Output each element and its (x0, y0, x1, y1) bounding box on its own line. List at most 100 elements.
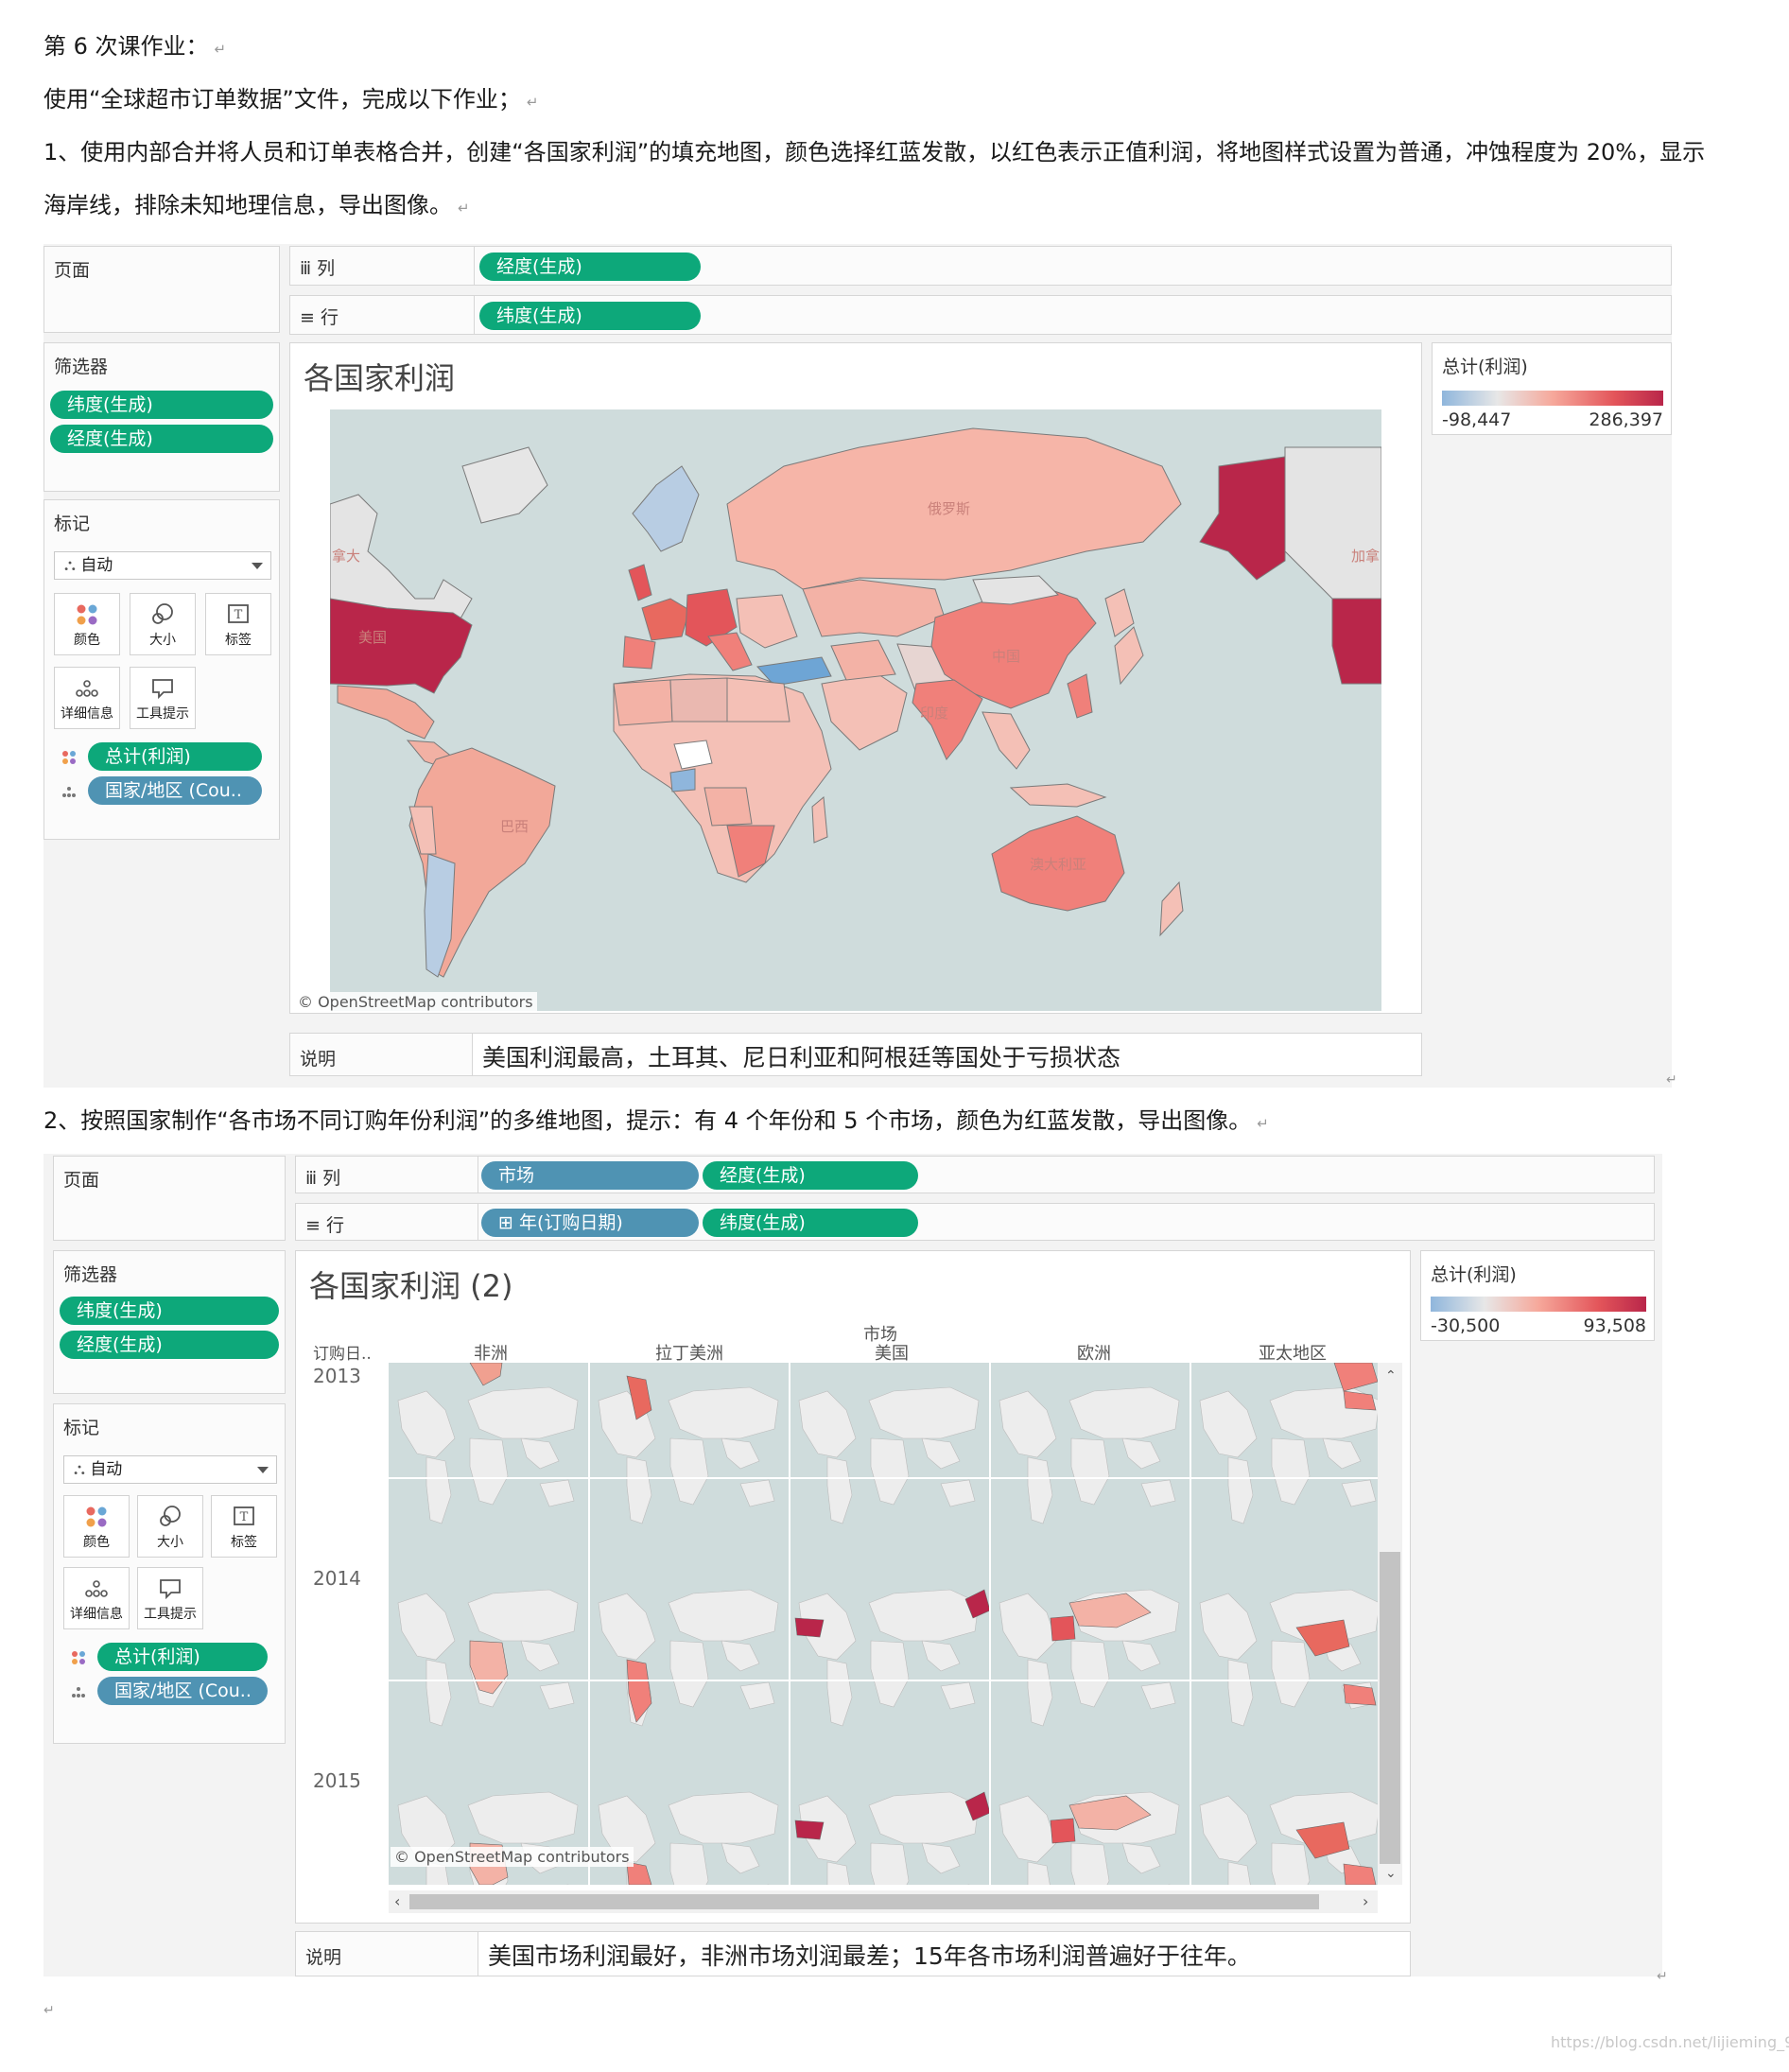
detail-icon (76, 680, 98, 697)
filter-pill-longitude[interactable]: 经度(生成) (50, 425, 273, 453)
size-button[interactable]: 大小 (137, 1495, 203, 1558)
para-mark: ↵ (1666, 1072, 1677, 1088)
tooltip-icon (152, 679, 173, 700)
viz2-title: 各国家利润 (2) (309, 1268, 513, 1304)
label-icon: T (234, 1506, 254, 1525)
filters-label: 筛选器 (54, 357, 109, 377)
doc-task2: 2、按照国家制作“各市场不同订购年份利润”的多维地图，提示：有 4 个年份和 5… (43, 1107, 1269, 1134)
map-label-brazil: 巴西 (500, 818, 529, 835)
tooltip-icon (160, 1579, 181, 1600)
market-header-latam: 拉丁美洲 (655, 1344, 723, 1364)
para-mark-3: ↵ (43, 2003, 55, 2018)
tooltip-button[interactable]: 工具提示 (137, 1567, 203, 1629)
rows-pill-year[interactable]: ⊞ 年(订购日期) (481, 1209, 699, 1237)
mark-type-select[interactable]: ⛬ 自动 (54, 551, 271, 580)
year-header: 订购日.. (313, 1345, 372, 1364)
viz1-rows-shelf[interactable]: ≡ 行 纬度(生成) (289, 295, 1672, 335)
rows-label: ≡ 行 (305, 1215, 344, 1236)
label-button[interactable]: T 标签 (211, 1495, 277, 1558)
detail-button[interactable]: 详细信息 (54, 667, 120, 729)
legend-title: 总计(利润) (1442, 357, 1528, 377)
viz1-color-legend[interactable]: 总计(利润) -98,447 286,397 (1432, 342, 1672, 435)
marks-label: 标记 (54, 514, 91, 534)
viz2-marks-card: 标记 ⛬ 自动 颜色 大小 T 标签 详细信息 工具提示 总计(利润) 国家/地… (53, 1403, 286, 1744)
viz1-filled-map[interactable]: 巴西 美国 拿大 俄罗斯 中国 印度 澳大利亚 加拿 (330, 409, 1381, 1011)
horizontal-scroll-thumb[interactable] (409, 1894, 1319, 1909)
mark-type-select[interactable]: ⛬ 自动 (63, 1455, 277, 1484)
legend-gradient (1442, 391, 1663, 406)
map-label-canada-right: 加拿 (1351, 548, 1380, 565)
viz1-pages-card[interactable]: 页面 (43, 246, 280, 333)
rows-pill-latitude[interactable]: 纬度(生成) (479, 302, 701, 330)
size-icon (160, 1506, 181, 1526)
color-button[interactable]: 颜色 (63, 1495, 130, 1558)
viz2-color-legend[interactable]: 总计(利润) -30,500 93,508 (1420, 1250, 1655, 1341)
mark-field-country[interactable]: 国家/地区 (Cou.. (88, 776, 262, 805)
color-icon (77, 604, 97, 625)
legend-min: -98,447 (1442, 409, 1512, 430)
year-label-2014: 2014 (313, 1567, 361, 1590)
pages-label: 页面 (63, 1170, 100, 1191)
columns-label: ⅲ 列 (300, 258, 336, 279)
vertical-scrollbar[interactable]: ⌃ ⌄ (1378, 1363, 1402, 1885)
columns-label: ⅲ 列 (305, 1168, 341, 1189)
viz1-columns-shelf[interactable]: ⅲ 列 经度(生成) (289, 246, 1672, 286)
doc-heading: 第 6 次课作业： ↵ (43, 33, 227, 60)
color-field-icon (72, 1651, 85, 1664)
viz2-pages-card[interactable]: 页面 (53, 1156, 286, 1241)
viz1-title: 各国家利润 (304, 360, 456, 396)
columns-pill-longitude[interactable]: 经度(生成) (479, 252, 701, 281)
detail-field-icon (72, 1687, 85, 1698)
viz2-rows-shelf[interactable]: ≡ 行 ⊞ 年(订购日期) 纬度(生成) (295, 1203, 1655, 1241)
chevron-down-icon (252, 563, 263, 569)
caption-label: 说明 (300, 1049, 337, 1070)
watermark: https://blog.csdn.net/lijieming_95 (1551, 2033, 1789, 2051)
columns-pill-longitude[interactable]: 经度(生成) (703, 1161, 918, 1190)
viz2-small-multiples[interactable] (389, 1363, 1387, 1885)
doc-intro: 使用“全球超市订单数据”文件，完成以下作业； ↵ (43, 86, 539, 113)
viz1-view: 各国家利润 巴西 美国 拿大 俄罗斯 中国 印度 澳大利亚 加拿 © OpenS… (289, 342, 1422, 1014)
filter-pill-longitude[interactable]: 经度(生成) (60, 1331, 279, 1359)
legend-max: 93,508 (1583, 1315, 1646, 1336)
scroll-left-icon[interactable]: ‹ (394, 1892, 400, 1910)
detail-button[interactable]: 详细信息 (63, 1567, 130, 1629)
vertical-scroll-thumb[interactable] (1380, 1552, 1400, 1864)
viz1-marks-card: 标记 ⛬ 自动 颜色 大小 T 标签 详细信息 工具提示 总计(利润) 国家/地… (43, 499, 280, 840)
detail-icon (85, 1580, 108, 1597)
viz2-osm-attribution[interactable]: © OpenStreetMap contributors (391, 1847, 634, 1867)
color-icon (86, 1506, 107, 1527)
mark-field-profit[interactable]: 总计(利润) (97, 1643, 268, 1671)
market-header-europe: 欧洲 (1077, 1344, 1111, 1364)
columns-pill-market[interactable]: 市场 (481, 1161, 699, 1190)
scroll-up-icon[interactable]: ⌃ (1385, 1368, 1397, 1384)
legend-max: 286,397 (1589, 409, 1663, 430)
viz2-filters-card: 筛选器 纬度(生成) 经度(生成) (53, 1250, 286, 1394)
rows-pill-latitude[interactable]: 纬度(生成) (703, 1209, 918, 1237)
scroll-down-icon[interactable]: ⌄ (1385, 1866, 1397, 1881)
doc-task1-line2: 海岸线，排除未知地理信息，导出图像。 ↵ (43, 192, 470, 218)
viz2-columns-shelf[interactable]: ⅲ 列 市场 经度(生成) (295, 1156, 1655, 1193)
para-mark-2: ↵ (1657, 1969, 1668, 1984)
color-button[interactable]: 颜色 (54, 593, 120, 655)
size-button[interactable]: 大小 (130, 593, 196, 655)
filter-pill-latitude[interactable]: 纬度(生成) (60, 1297, 279, 1325)
market-header-apac: 亚太地区 (1259, 1344, 1327, 1364)
viz1-osm-attribution[interactable]: © OpenStreetMap contributors (294, 992, 537, 1012)
mark-field-country[interactable]: 国家/地区 (Cou.. (97, 1677, 268, 1705)
mark-field-profit[interactable]: 总计(利润) (88, 742, 262, 771)
year-label-2013: 2013 (313, 1365, 361, 1387)
viz2-view: 各国家利润 (2) 市场 订购日.. 非洲 拉丁美洲 美国 欧洲 亚太地区 20… (295, 1250, 1411, 1924)
chevron-down-icon (257, 1467, 269, 1473)
pages-label: 页面 (54, 260, 91, 281)
mark-type-icon: ⛬ (64, 556, 81, 575)
label-button[interactable]: T 标签 (205, 593, 271, 655)
viz1-filters-card: 筛选器 纬度(生成) 经度(生成) (43, 342, 280, 492)
scroll-right-icon[interactable]: › (1363, 1892, 1368, 1910)
filter-pill-latitude[interactable]: 纬度(生成) (50, 391, 273, 419)
svg-text:T: T (240, 1510, 249, 1524)
marks-label: 标记 (63, 1418, 100, 1438)
label-icon: T (228, 604, 249, 623)
tooltip-button[interactable]: 工具提示 (130, 667, 196, 729)
horizontal-scrollbar[interactable]: ‹ › (389, 1890, 1378, 1913)
map-label-china: 中国 (992, 648, 1020, 665)
